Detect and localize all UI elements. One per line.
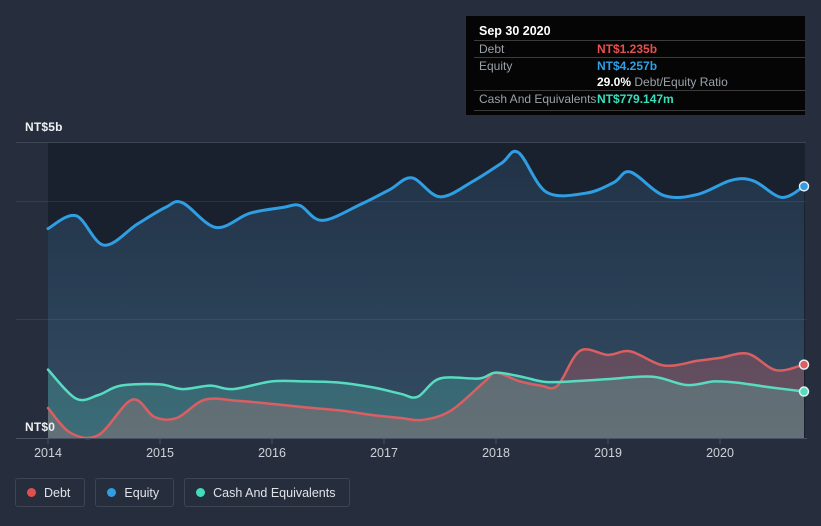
tooltip-ratio: 29.0% Debt/Equity Ratio: [597, 75, 728, 89]
tooltip-date: Sep 30 2020: [479, 24, 551, 38]
legend-item-cash[interactable]: Cash And Equivalents: [184, 478, 351, 507]
tooltip-ratio-label: Debt/Equity Ratio: [631, 75, 728, 89]
cash-end-marker: [798, 386, 810, 397]
debt-end-marker: [798, 359, 810, 370]
equity-dot-icon: [107, 488, 117, 497]
tooltip-cash-value: NT$779.147m: [597, 92, 674, 106]
legend-item-debt[interactable]: Debt: [15, 478, 86, 507]
x-tick-label-2019: 2019: [594, 446, 622, 460]
equity-end-marker: [798, 181, 810, 192]
tooltip-debt-value: NT$1.235b: [597, 42, 658, 56]
x-tick-label-2015: 2015: [146, 446, 174, 460]
tooltip-ratio-value: 29.0%: [597, 75, 632, 89]
tooltip-cash-label: Cash And Equivalents: [479, 92, 597, 106]
y-axis-label-bottom: NT$0: [25, 420, 56, 434]
tooltip-equity-value: NT$4.257b: [597, 59, 658, 73]
tooltip-divider: [474, 40, 805, 41]
x-tick-label-2014: 2014: [34, 446, 62, 460]
tooltip-debt-label: Debt: [479, 42, 505, 56]
chart-tooltip: Sep 30 2020 Debt NT$1.235b Equity NT$4.2…: [466, 16, 805, 115]
legend-label-equity: Equity: [124, 485, 160, 500]
tooltip-divider: [474, 57, 805, 58]
x-tick-label-2017: 2017: [370, 446, 398, 460]
tooltip-divider: [474, 110, 805, 111]
cash-dot-icon: [196, 488, 206, 497]
chart-legend: Debt Equity Cash And Equivalents: [15, 478, 351, 507]
x-tick-label-2016: 2016: [258, 446, 286, 460]
debt-dot-icon: [27, 488, 36, 497]
x-tick-label-2018: 2018: [482, 446, 510, 460]
legend-label-cash: Cash And Equivalents: [213, 485, 336, 500]
legend-item-equity[interactable]: Equity: [95, 478, 175, 507]
tooltip-equity-label: Equity: [479, 59, 513, 73]
legend-label-debt: Debt: [44, 485, 71, 500]
page: NT$5b NT$0 2014 2015 2016 2017 2018 2019 2020 …: [0, 0, 821, 526]
x-tick-label-2020: 2020: [706, 446, 734, 460]
y-axis-label-top: NT$5b: [25, 120, 63, 134]
tooltip-divider: [474, 90, 805, 91]
